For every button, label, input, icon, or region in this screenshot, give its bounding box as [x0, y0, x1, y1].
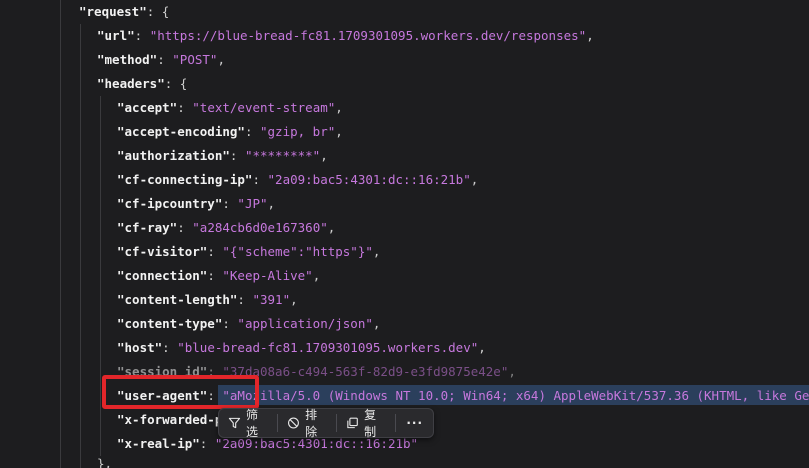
json-line-header[interactable]: "cf-visitor": "{"scheme":"https"}", — [117, 240, 380, 264]
copy-button[interactable]: 复制 — [337, 408, 395, 439]
json-line-header[interactable]: "accept": "text/event-stream", — [117, 96, 343, 120]
json-value: "https://blue-bread-fc81.1709301095.work… — [149, 28, 587, 43]
json-key: "headers" — [97, 76, 165, 91]
json-value: "JP" — [237, 196, 268, 211]
json-key: "request" — [79, 4, 147, 19]
more-button[interactable]: ··· — [396, 409, 433, 437]
json-value: "37da08a6-c494-563f-82d9-e3fd9875e42e" — [222, 364, 509, 379]
json-key: "cf-visitor" — [117, 244, 208, 259]
filter-label: 筛选 — [245, 408, 258, 439]
json-line-header[interactable]: "connection": "Keep-Alive", — [117, 264, 320, 288]
filter-button[interactable]: 筛选 — [219, 408, 277, 439]
json-key: "connection" — [117, 268, 208, 283]
json-key: "cf-connecting-ip" — [117, 172, 253, 187]
json-line-header[interactable]: "content-type": "application/json", — [117, 312, 380, 336]
json-key: "authorization" — [117, 148, 230, 163]
json-value: "application/json" — [237, 316, 373, 331]
json-value: "text/event-stream" — [192, 100, 336, 115]
json-key: "accept-encoding" — [117, 124, 245, 139]
highlight-annotation-box — [102, 375, 259, 409]
indent-guide — [80, 24, 81, 468]
json-line-url[interactable]: "url": "https://blue-bread-fc81.17093010… — [97, 24, 594, 48]
json-value: "blue-bread-fc81.1709301095.workers.dev" — [177, 340, 479, 355]
exclude-button[interactable]: 排除 — [278, 408, 336, 439]
json-line-header[interactable]: "x-forwarded-p — [117, 408, 222, 432]
block-icon — [288, 417, 300, 429]
json-line-request[interactable]: "request": { — [79, 0, 169, 24]
copy-label: 复制 — [364, 408, 377, 439]
indent-guide — [60, 0, 61, 468]
json-line-header[interactable]: "authorization": "********", — [117, 144, 328, 168]
json-key: "host" — [117, 340, 163, 355]
filter-icon — [228, 417, 241, 429]
context-toolbar: 筛选 排除 复制 ··· — [218, 408, 434, 439]
json-key: "x-real-ip" — [117, 436, 200, 451]
copy-icon — [347, 417, 359, 429]
json-value: "aMozilla/5.0 (Windows NT 10.0; Win64; x… — [222, 388, 809, 403]
json-line-headers[interactable]: "headers": { — [97, 72, 187, 96]
json-value: "********" — [244, 148, 321, 163]
json-value: "{"scheme":"https"}" — [222, 244, 373, 259]
json-key: "method" — [97, 52, 158, 67]
json-line-header[interactable]: "cf-ray": "a284cb6d0e167360", — [117, 216, 335, 240]
json-key: "cf-ray" — [117, 220, 178, 235]
json-line-header[interactable]: "content-length": "391", — [117, 288, 298, 312]
json-value: "391" — [252, 292, 291, 307]
exclude-label: 排除 — [305, 408, 318, 439]
json-viewer: "request": { "url": "https://blue-bread-… — [0, 0, 809, 468]
json-key: "x-forwarded-p — [117, 412, 223, 427]
json-line-header[interactable]: "cf-ipcountry": "JP", — [117, 192, 275, 216]
close-brace: }, — [97, 456, 113, 468]
json-value: "a284cb6d0e167360" — [192, 220, 328, 235]
json-value: "POST" — [172, 52, 218, 67]
json-line-header[interactable]: "accept-encoding": "gzip, br", — [117, 120, 343, 144]
json-value: "gzip, br" — [260, 124, 336, 139]
json-key: "content-length" — [117, 292, 238, 307]
json-key: "content-type" — [117, 316, 223, 331]
json-line-header[interactable]: "host": "blue-bread-fc81.1709301095.work… — [117, 336, 486, 360]
json-value: "2a09:bac5:4301:dc::16:21b" — [267, 172, 471, 187]
json-key: "accept" — [117, 100, 178, 115]
indent-guide — [100, 96, 101, 456]
json-value: "Keep-Alive" — [222, 268, 313, 283]
json-line-close: }, — [97, 452, 112, 468]
json-line-method[interactable]: "method": "POST", — [97, 48, 225, 72]
json-key: "cf-ipcountry" — [117, 196, 223, 211]
json-key: "url" — [97, 28, 135, 43]
json-line-header[interactable]: "cf-connecting-ip": "2a09:bac5:4301:dc::… — [117, 168, 478, 192]
